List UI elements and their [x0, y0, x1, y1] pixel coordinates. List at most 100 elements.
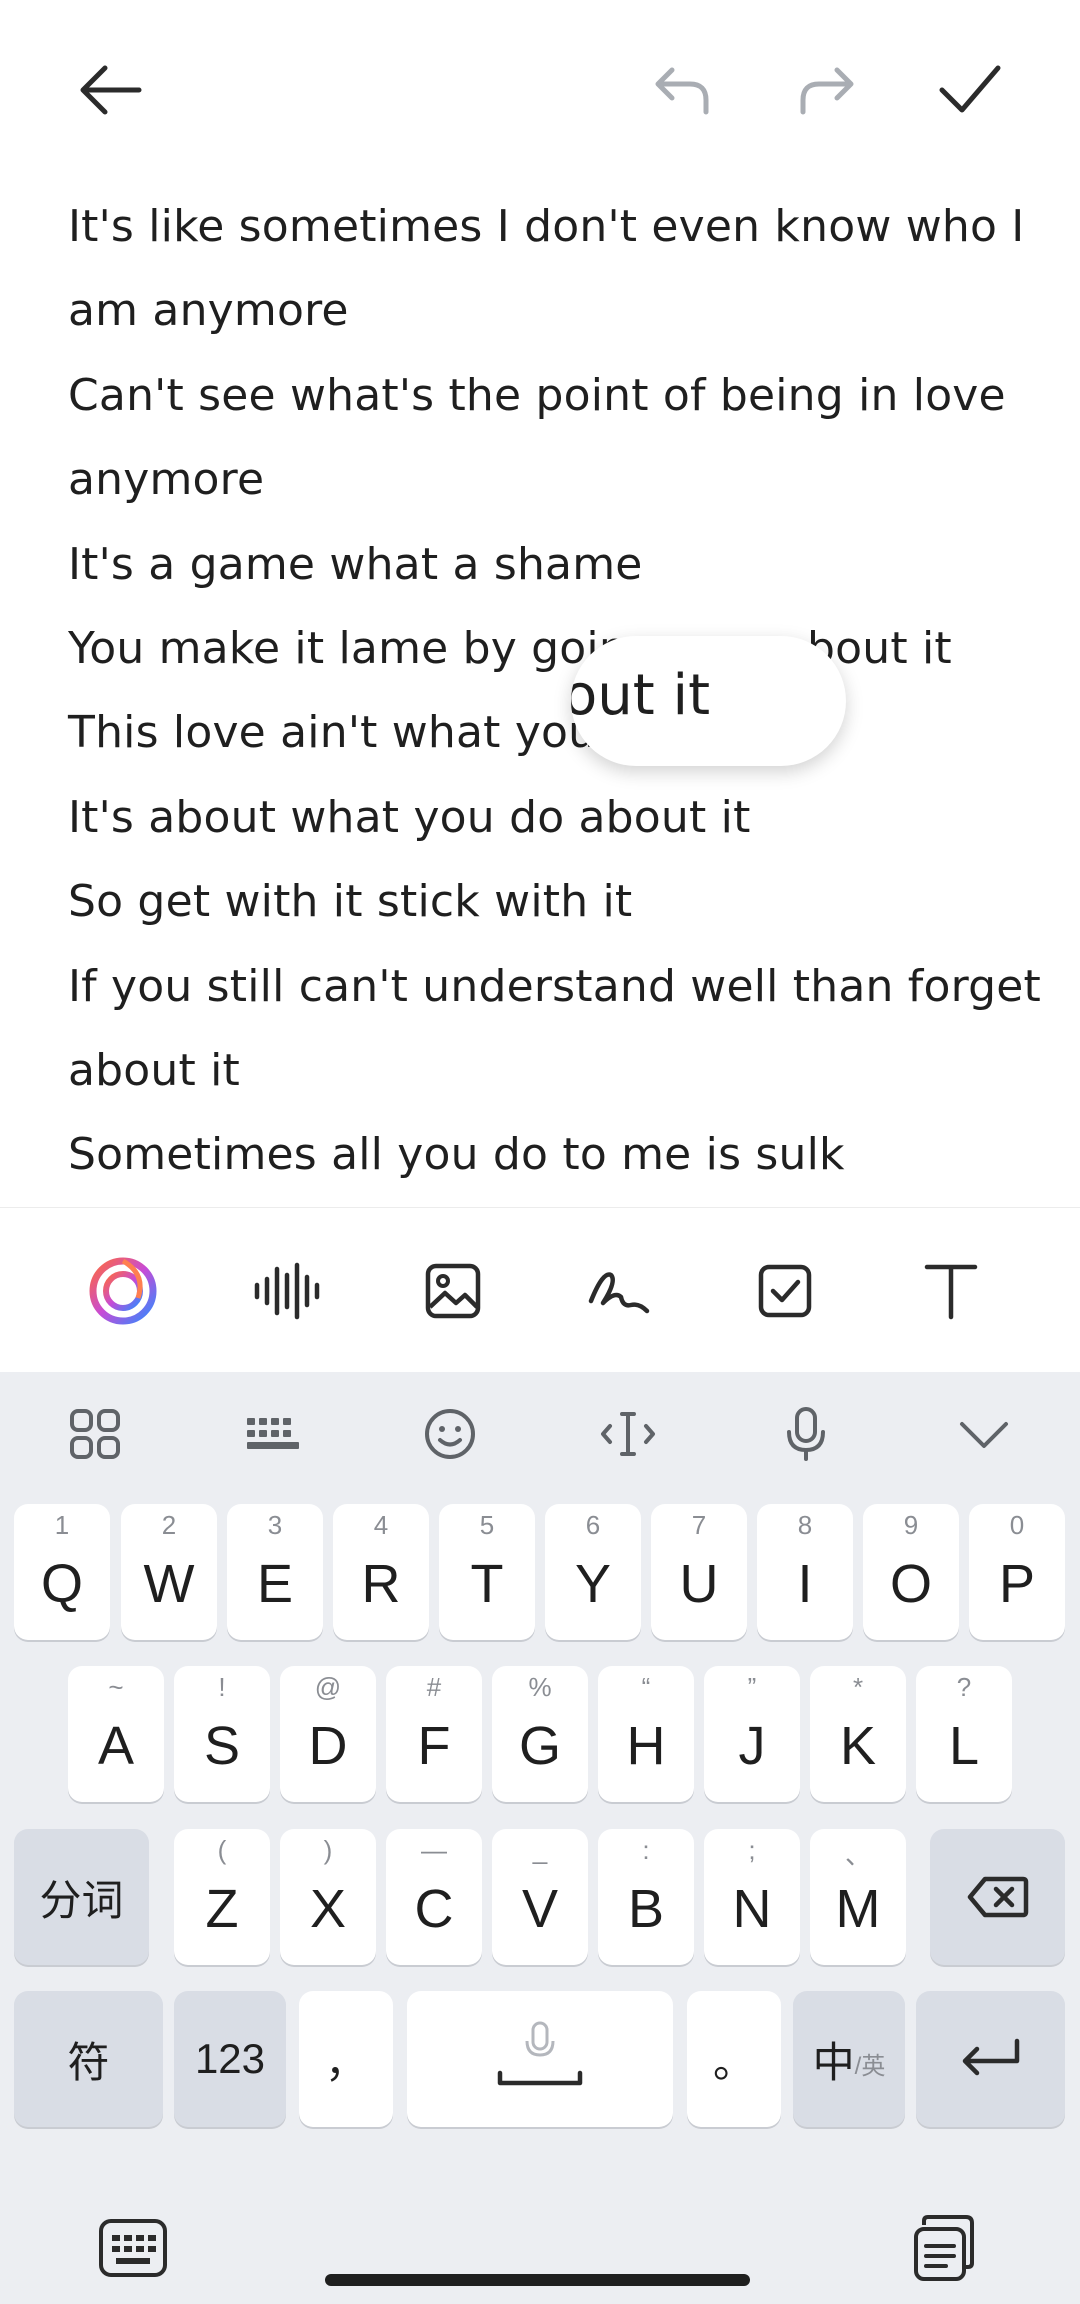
- key-h[interactable]: “H: [598, 1666, 694, 1802]
- key-label: N: [732, 1879, 772, 1939]
- note-toolbar: [0, 1207, 1080, 1372]
- emoji-button[interactable]: [410, 1394, 490, 1474]
- text-line: If you still can't understand well than …: [68, 960, 1041, 1012]
- period-key[interactable]: 。: [687, 1991, 781, 2127]
- text-line: It's about what you do about it: [68, 791, 751, 843]
- key-g[interactable]: % G: [492, 1666, 588, 1802]
- key-j[interactable]: ” J: [704, 1666, 800, 1802]
- key-b[interactable]: :B: [598, 1829, 694, 1965]
- undo-button[interactable]: [637, 45, 727, 135]
- key-label: W: [143, 1554, 195, 1614]
- key-y[interactable]: 6Y: [545, 1504, 641, 1640]
- key-label: O: [889, 1554, 932, 1614]
- key-w[interactable]: 2W: [121, 1504, 217, 1640]
- key-a[interactable]: ~ A: [68, 1666, 164, 1802]
- key-c[interactable]: — C: [386, 1829, 482, 1965]
- key-hint: 7: [691, 1510, 707, 1540]
- audio-record-button[interactable]: [246, 1248, 332, 1334]
- key-t[interactable]: 5T: [439, 1504, 535, 1640]
- insert-image-button[interactable]: [410, 1248, 496, 1334]
- key-s[interactable]: ! S: [174, 1666, 270, 1802]
- key-hint: 、: [844, 1840, 871, 1870]
- key-p[interactable]: 0P: [969, 1504, 1065, 1640]
- image-icon: [425, 1263, 481, 1319]
- key-hint: 4: [373, 1510, 389, 1540]
- ai-icon: [89, 1257, 157, 1325]
- redo-button[interactable]: [782, 45, 872, 135]
- backspace-key[interactable]: [930, 1829, 1065, 1965]
- home-indicator[interactable]: [325, 2274, 750, 2286]
- key-i[interactable]: 8I: [757, 1504, 853, 1640]
- undo-icon: [655, 67, 709, 115]
- key-hint: _: [532, 1835, 548, 1865]
- key-hint: ?: [956, 1672, 972, 1702]
- switch-keyboard-button[interactable]: [96, 2216, 170, 2280]
- key-u[interactable]: 7U: [651, 1504, 747, 1640]
- handwriting-button[interactable]: [576, 1248, 662, 1334]
- text-line: This love ain't what you: [68, 707, 597, 759]
- key-hint: ~: [108, 1672, 124, 1702]
- text-line: It's a game what a shame: [68, 538, 643, 590]
- hide-keyboard-button[interactable]: [944, 1394, 1024, 1474]
- apps-grid-button[interactable]: [55, 1394, 135, 1474]
- enter-key[interactable]: [916, 1991, 1065, 2127]
- text-line: am anymore: [68, 285, 349, 337]
- clipboard-button[interactable]: [908, 2212, 982, 2284]
- space-microphone-icon: [497, 2021, 583, 2086]
- clipboard-icon: [914, 2215, 974, 2281]
- key-label: U: [679, 1554, 719, 1614]
- key-hint: @: [314, 1672, 342, 1702]
- key-v[interactable]: _ V: [492, 1829, 588, 1965]
- checklist-button[interactable]: [742, 1248, 828, 1334]
- key-hint: ;: [748, 1835, 756, 1865]
- key-r[interactable]: 4R: [333, 1504, 429, 1640]
- cursor-control-button[interactable]: [588, 1394, 668, 1474]
- key-q[interactable]: 1Q: [14, 1504, 110, 1640]
- key-z[interactable]: (Z: [174, 1829, 270, 1965]
- done-button[interactable]: [925, 45, 1015, 135]
- key-f[interactable]: # F: [386, 1666, 482, 1802]
- key-label: 。: [712, 2038, 755, 2086]
- key-k[interactable]: * K: [810, 1666, 906, 1802]
- key-label: X: [309, 1879, 347, 1939]
- key-label: Z: [205, 1879, 239, 1939]
- text-line: Sometimes all you do to me is sulk: [68, 1129, 845, 1181]
- key-hint: #: [426, 1672, 442, 1702]
- key-d[interactable]: @ D: [280, 1666, 376, 1802]
- keyboard-icon: [247, 1418, 299, 1449]
- numbers-key[interactable]: 123: [174, 1991, 286, 2127]
- symbols-key[interactable]: 符: [14, 1991, 163, 2127]
- key-hint: (: [217, 1835, 227, 1865]
- key-label: 中: [812, 2038, 855, 2086]
- ai-assistant-button[interactable]: [80, 1248, 166, 1334]
- text-format-button[interactable]: [908, 1248, 994, 1334]
- key-hint: 0: [1009, 1510, 1025, 1540]
- language-switch-key[interactable]: 中/英: [793, 1991, 905, 2127]
- key-hint: 9: [903, 1510, 919, 1540]
- note-editor[interactable]: It's like sometimes I don't even know wh…: [68, 185, 1041, 1198]
- keyboard-layout-button[interactable]: [233, 1394, 313, 1474]
- key-label: I: [797, 1554, 813, 1614]
- key-m[interactable]: 、 M: [810, 1829, 906, 1965]
- handwriting-icon: [588, 1272, 650, 1314]
- comma-key[interactable]: ，: [299, 1991, 393, 2127]
- key-label: 123: [194, 2035, 266, 2082]
- key-x[interactable]: ) X: [280, 1829, 376, 1965]
- key-hint: 1: [54, 1510, 70, 1540]
- text-line: So get with it stick with it: [68, 876, 633, 928]
- enter-icon: [962, 2038, 1019, 2076]
- key-l[interactable]: ? L: [916, 1666, 1012, 1802]
- space-key[interactable]: [407, 1991, 673, 2127]
- key-hint: *: [852, 1672, 864, 1702]
- key-label: 符: [67, 2038, 110, 2086]
- key-label: B: [627, 1879, 665, 1939]
- segment-key[interactable]: 分词: [14, 1829, 149, 1965]
- key-n[interactable]: ; N: [704, 1829, 800, 1965]
- key-label: T: [470, 1554, 504, 1614]
- key-label: G: [518, 1716, 561, 1776]
- back-button[interactable]: [65, 45, 155, 135]
- key-hint: —: [421, 1835, 447, 1865]
- key-o[interactable]: 9O: [863, 1504, 959, 1640]
- key-e[interactable]: 3E: [227, 1504, 323, 1640]
- voice-input-button[interactable]: [766, 1394, 846, 1474]
